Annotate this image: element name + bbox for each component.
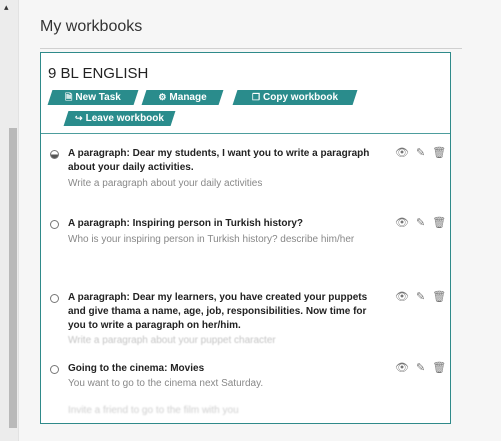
task-actions: 👁 ✎ 🗑 — [395, 291, 446, 303]
eye-icon[interactable]: 👁 — [395, 217, 409, 229]
main-panel: My workbooks 9 BL ENGLISH 🗎 New Task ⚙ Man… — [18, 0, 501, 441]
task-radio[interactable] — [50, 294, 59, 303]
pencil-icon[interactable]: ✎ — [416, 217, 425, 229]
trash-icon[interactable]: 🗑 — [432, 147, 446, 159]
scrollbar[interactable] — [9, 128, 17, 428]
task-subtitle: You want to go to the cinema next Saturd… — [68, 378, 264, 389]
pencil-icon[interactable]: ✎ — [416, 291, 425, 303]
trash-icon[interactable]: 🗑 — [432, 217, 446, 229]
copy-workbook-label: Copy workbook — [263, 92, 339, 103]
workbook-title: 9 BL ENGLISH — [48, 65, 149, 82]
task-title: A paragraph: Inspiring person in Turkish… — [68, 218, 304, 229]
task-actions: 👁 ✎ 🗑 — [395, 362, 446, 374]
task-radio[interactable] — [50, 220, 59, 229]
task-title: Going to the cinema: Movies — [68, 363, 205, 374]
eye-icon[interactable]: 👁 — [395, 291, 409, 303]
task-subtitle: Write a paragraph about your puppet char… — [68, 335, 276, 346]
collapse-caret-icon[interactable]: ▴ — [4, 2, 9, 13]
task-subtitle: Write a paragraph about your daily activ… — [68, 178, 263, 189]
page-title: My workbooks — [40, 18, 143, 35]
document-icon: 🗎 — [65, 92, 73, 102]
task-item[interactable]: Going to the cinema: Movies You want to … — [41, 362, 450, 402]
task-title: A paragraph: Dear my learners, you have … — [68, 292, 368, 331]
task-actions: 👁 ✎ 🗑 — [395, 217, 446, 229]
gear-icon: ⚙ — [158, 92, 167, 102]
exit-icon: ↪ — [75, 113, 83, 123]
task-title: A paragraph: Dear my students, I want yo… — [68, 148, 370, 173]
task-radio[interactable] — [50, 365, 59, 374]
copy-workbook-button[interactable]: ❐ Copy workbook — [232, 90, 358, 105]
task-subtitle: Who is your inspiring person in Turkish … — [68, 234, 355, 245]
task-radio[interactable] — [50, 150, 59, 159]
workbook-header: 9 BL ENGLISH 🗎 New Task ⚙ Manage ❐ Copy wor… — [41, 53, 450, 134]
new-task-button[interactable]: 🗎 New Task — [47, 90, 139, 105]
faded-task-text: Invite a friend to go to the film with y… — [68, 405, 239, 416]
task-item[interactable]: A paragraph: Inspiring person in Turkish… — [41, 217, 450, 257]
pencil-icon[interactable]: ✎ — [416, 147, 425, 159]
workbook-card: 9 BL ENGLISH 🗎 New Task ⚙ Manage ❐ Copy wor… — [40, 52, 451, 424]
new-task-label: New Task — [75, 92, 121, 103]
leave-workbook-label: Leave workbook — [85, 113, 164, 124]
task-item[interactable]: A paragraph: Dear my students, I want yo… — [41, 147, 450, 197]
leave-workbook-button[interactable]: ↪ Leave workbook — [63, 111, 176, 126]
trash-icon[interactable]: 🗑 — [432, 362, 446, 374]
pencil-icon[interactable]: ✎ — [416, 362, 425, 374]
eye-icon[interactable]: 👁 — [395, 362, 409, 374]
manage-label: Manage — [169, 92, 207, 103]
eye-icon[interactable]: 👁 — [395, 147, 409, 159]
task-item[interactable]: A paragraph: Dear my learners, you have … — [41, 291, 450, 351]
task-actions: 👁 ✎ 🗑 — [395, 147, 446, 159]
manage-button[interactable]: ⚙ Manage — [141, 90, 224, 105]
trash-icon[interactable]: 🗑 — [432, 291, 446, 303]
title-divider — [40, 48, 462, 49]
copy-icon: ❐ — [251, 92, 261, 102]
